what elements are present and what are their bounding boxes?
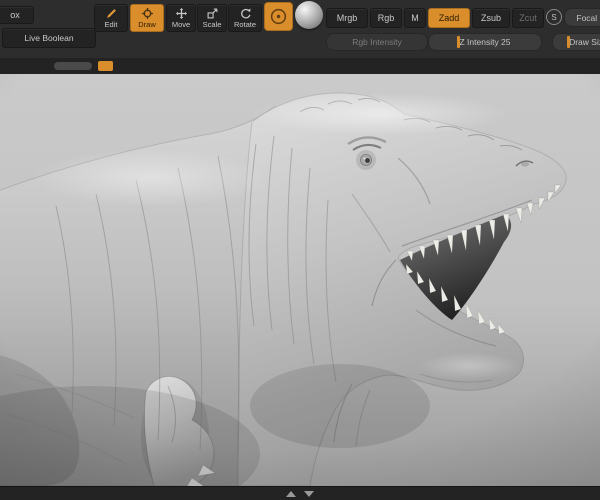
trex-sculpt-model <box>0 74 600 486</box>
move-arrows-icon <box>175 8 187 20</box>
focal-shift-label: Focal Shift 0 <box>576 12 600 23</box>
rotate-arc-icon <box>240 8 251 20</box>
draw-size-slider[interactable]: Draw Size 6 <box>552 33 600 51</box>
s-circle-icon[interactable]: S <box>546 9 562 25</box>
lightbox-label: ox <box>10 9 20 20</box>
top-tray-divider <box>0 58 600 75</box>
scale-button[interactable]: Scale <box>197 4 227 32</box>
current-tool-sphere-icon[interactable] <box>295 1 323 29</box>
rgb-intensity-slider[interactable]: Rgb Intensity <box>326 33 428 51</box>
z-intensity-label: Z Intensity 25 <box>459 37 511 47</box>
tray-scroll-track[interactable] <box>54 62 92 70</box>
zadd-button[interactable]: Zadd <box>428 8 470 28</box>
tray-close-arrow-icon <box>304 491 314 497</box>
edit-pen-icon <box>106 8 117 20</box>
zbrush-window: ox Live Boolean Edit Draw Move Scale Rot… <box>0 0 600 500</box>
zsub-label: Zsub <box>480 12 501 23</box>
zcut-button[interactable]: Zcut <box>512 8 544 28</box>
m-label: M <box>411 12 419 23</box>
canvas-vignette <box>0 74 600 486</box>
live-boolean-label: Live Boolean <box>24 32 74 43</box>
scale-box-icon <box>207 8 218 20</box>
mrgb-button[interactable]: Mrgb <box>326 8 368 28</box>
draw-crosshair-icon <box>141 8 153 20</box>
rgb-label: Rgb <box>377 12 395 23</box>
top-shelf: ox Live Boolean Edit Draw Move Scale Rot… <box>0 0 600 59</box>
move-button[interactable]: Move <box>166 4 196 32</box>
mrgb-label: Mrgb <box>336 12 358 23</box>
bottom-tray-divider[interactable] <box>0 486 600 500</box>
document-canvas[interactable] <box>0 74 600 486</box>
tray-scroll-handle[interactable] <box>98 61 113 71</box>
edit-button[interactable]: Edit <box>94 4 128 32</box>
zcut-label: Zcut <box>519 12 537 23</box>
focal-shift-slider[interactable]: Focal Shift 0 <box>564 8 600 27</box>
current-brush-button[interactable] <box>264 2 293 31</box>
z-intensity-slider[interactable]: Z Intensity 25 <box>428 33 542 51</box>
live-boolean-button[interactable]: Live Boolean <box>2 28 96 48</box>
rotate-button[interactable]: Rotate <box>228 4 262 32</box>
rotate-label: Rotate <box>233 19 257 29</box>
tray-open-arrow-icon <box>286 491 296 497</box>
brush-tip-icon <box>270 8 287 25</box>
scale-label: Scale <box>202 19 222 29</box>
m-button[interactable]: M <box>404 8 426 28</box>
rgb-intensity-label: Rgb Intensity <box>352 37 402 47</box>
s-circle-label: S <box>551 12 557 22</box>
zadd-label: Zadd <box>438 12 460 23</box>
zsub-button[interactable]: Zsub <box>472 8 510 28</box>
edit-label: Edit <box>104 19 118 29</box>
draw-button[interactable]: Draw <box>130 4 164 32</box>
move-label: Move <box>171 19 191 29</box>
draw-label: Draw <box>138 19 156 29</box>
draw-size-indicator <box>567 36 571 48</box>
lightbox-button[interactable]: ox <box>0 6 34 24</box>
rgb-button[interactable]: Rgb <box>370 8 402 28</box>
z-intensity-indicator <box>457 36 460 48</box>
draw-size-label: Draw Size 6 <box>569 37 600 47</box>
